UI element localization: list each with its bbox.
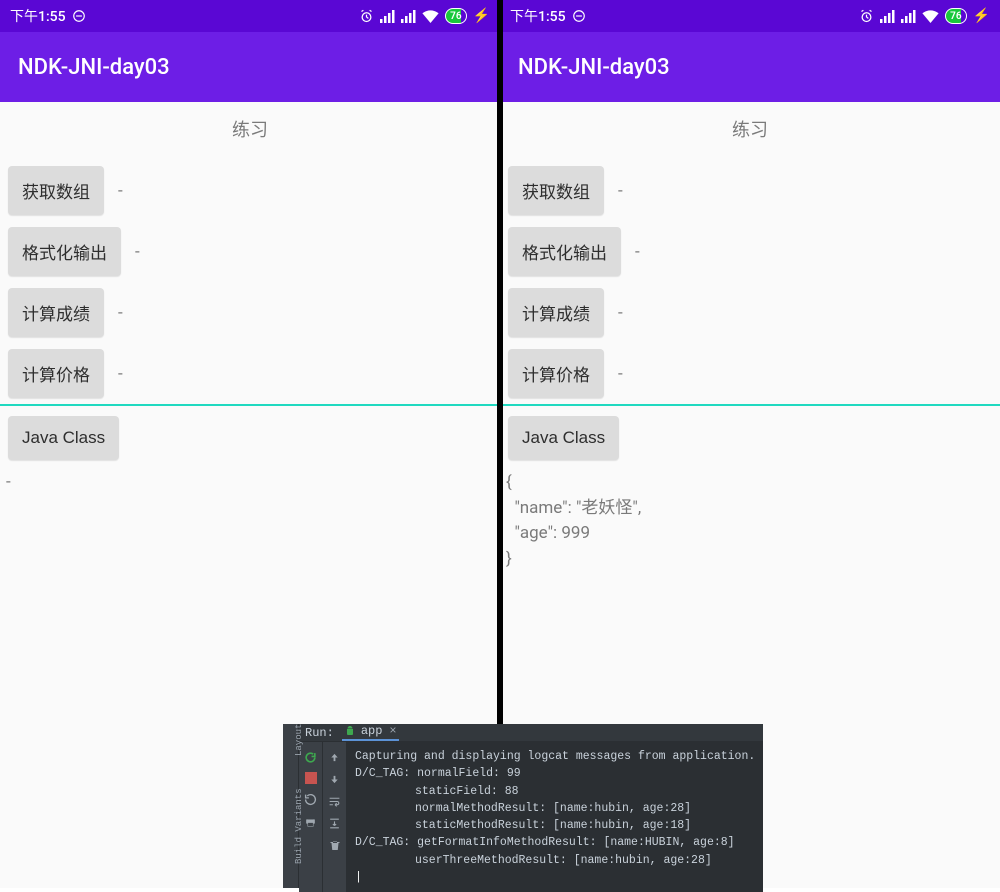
side-tab-build-variants[interactable]: Build Variants xyxy=(294,788,304,864)
android-icon xyxy=(344,725,356,737)
calc-score-button[interactable]: 计算成绩 xyxy=(8,288,104,337)
app-bar: NDK-JNI-day03 xyxy=(500,32,1000,102)
trash-icon[interactable] xyxy=(328,838,342,852)
battery-icon: 76 xyxy=(445,8,466,24)
charging-icon: ⚡ xyxy=(473,8,490,24)
result-text-2: - xyxy=(635,242,640,262)
status-bar: 下午1:55 76 ⚡ xyxy=(0,0,500,32)
alarm-icon xyxy=(359,9,374,24)
app-title: NDK-JNI-day03 xyxy=(518,55,670,80)
status-bar: 下午1:55 76 ⚡ xyxy=(500,0,1000,32)
run-label: Run: xyxy=(305,726,334,740)
wifi-icon xyxy=(422,10,439,23)
close-icon[interactable]: × xyxy=(389,724,396,738)
result-text-2: - xyxy=(135,242,140,262)
print-icon[interactable] xyxy=(304,814,318,828)
app-title: NDK-JNI-day03 xyxy=(18,55,170,80)
dnd-icon xyxy=(572,9,586,23)
dnd-icon xyxy=(72,9,86,23)
signal-icon-2 xyxy=(401,10,416,23)
ide-toolbar-secondary xyxy=(323,742,347,892)
calc-price-button[interactable]: 计算价格 xyxy=(8,349,104,398)
tab-app[interactable]: app × xyxy=(342,724,399,741)
section-title: 练习 xyxy=(500,102,1000,160)
signal-icon xyxy=(380,10,395,23)
scroll-end-icon[interactable] xyxy=(328,816,342,830)
signal-icon-2 xyxy=(901,10,916,23)
stop-icon[interactable] xyxy=(305,772,317,784)
output-text-right: { "name": "老妖怪", "age": 999 } xyxy=(500,466,1000,578)
result-text-3: - xyxy=(118,303,123,323)
calc-price-button[interactable]: 计算价格 xyxy=(508,349,604,398)
ide-run-panel: Layout Build Variants Run: app × xyxy=(283,724,752,888)
charging-icon: ⚡ xyxy=(973,8,990,24)
app-bar: NDK-JNI-day03 xyxy=(0,32,500,102)
wrap-icon[interactable] xyxy=(328,794,342,808)
status-time: 下午1:55 xyxy=(510,6,566,26)
rerun-icon[interactable] xyxy=(304,750,318,764)
format-output-button[interactable]: 格式化输出 xyxy=(8,227,121,276)
result-text-4: - xyxy=(118,364,123,384)
status-time: 下午1:55 xyxy=(10,6,66,26)
get-array-button[interactable]: 获取数组 xyxy=(508,166,604,215)
alarm-icon xyxy=(859,9,874,24)
side-tab-layout[interactable]: Layout xyxy=(294,724,304,756)
result-text-3: - xyxy=(618,303,623,323)
java-class-button[interactable]: Java Class xyxy=(8,416,119,460)
logcat-output[interactable]: Capturing and displaying logcat messages… xyxy=(347,742,763,892)
ide-tab-bar: Run: app × xyxy=(299,724,763,742)
calc-score-button[interactable]: 计算成绩 xyxy=(508,288,604,337)
down-arrow-icon[interactable] xyxy=(328,772,342,786)
restart-icon[interactable] xyxy=(304,792,318,806)
get-array-button[interactable]: 获取数组 xyxy=(8,166,104,215)
result-text-1: - xyxy=(118,181,123,201)
signal-icon xyxy=(880,10,895,23)
up-arrow-icon[interactable] xyxy=(328,750,342,764)
java-class-button[interactable]: Java Class xyxy=(508,416,619,460)
result-text-4: - xyxy=(618,364,623,384)
format-output-button[interactable]: 格式化输出 xyxy=(508,227,621,276)
battery-icon: 76 xyxy=(945,8,966,24)
wifi-icon xyxy=(922,10,939,23)
ide-side-tabs: Layout Build Variants xyxy=(283,724,299,888)
section-title: 练习 xyxy=(0,102,500,160)
result-text-1: - xyxy=(618,181,623,201)
output-text-left: - xyxy=(0,466,500,502)
